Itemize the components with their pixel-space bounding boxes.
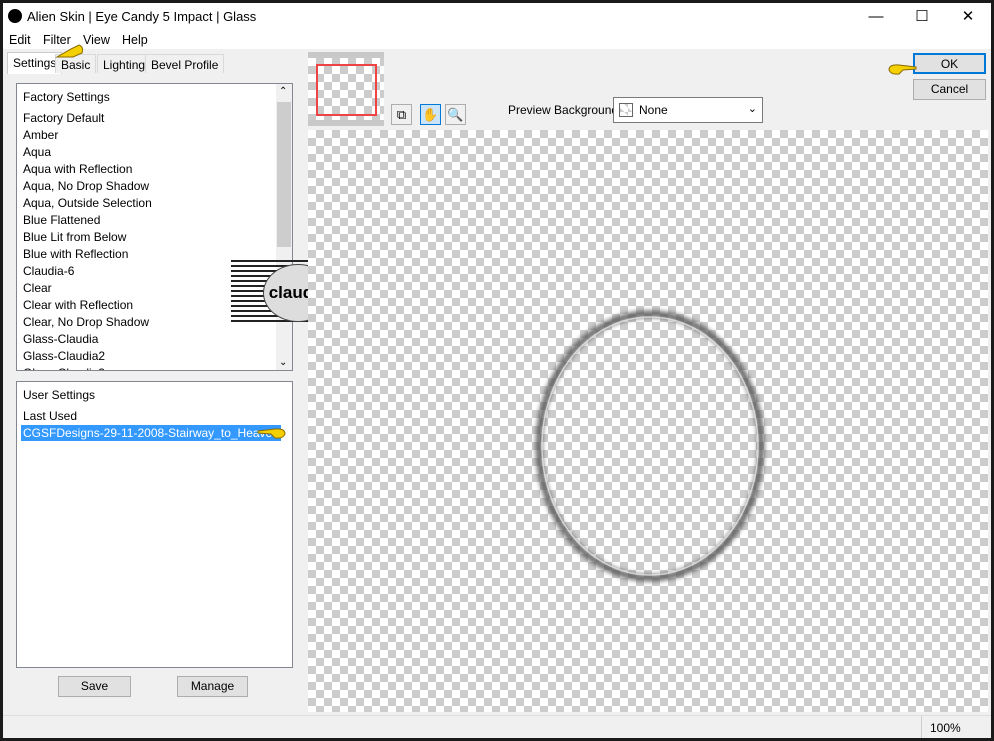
list-item[interactable]: Aqua, No Drop Shadow [23, 179, 149, 193]
list-header: User Settings [23, 388, 96, 402]
list-item[interactable]: Blue Lit from Below [23, 230, 126, 244]
menu-help[interactable]: Help [122, 33, 148, 47]
list-item[interactable]: Glass-Claudia [23, 332, 98, 346]
list-item[interactable]: Clear with Reflection [23, 298, 133, 312]
checker-swatch-icon [619, 103, 633, 117]
chevron-down-icon: ⌄ [747, 103, 757, 115]
preview-compare-icon[interactable]: ⧉ [391, 104, 412, 125]
hand-tool-icon[interactable]: ✋ [420, 104, 441, 125]
preview-background-label: Preview Background: [508, 103, 622, 117]
list-item[interactable]: Blue with Reflection [23, 247, 128, 261]
scrollbar[interactable]: ⌃ ⌄ [276, 84, 292, 370]
zoom-level: 100% [921, 716, 969, 738]
ok-button[interactable]: OK [913, 53, 986, 74]
list-item[interactable]: Aqua [23, 145, 51, 159]
user-settings-list[interactable]: User Settings Last Used CGSFDesigns-29-1… [16, 381, 293, 668]
status-bar: 100% [3, 715, 991, 738]
title-bar: Alien Skin | Eye Candy 5 Impact | Glass … [3, 3, 991, 31]
list-item[interactable]: Amber [23, 128, 58, 142]
tab-lighting[interactable]: Lighting [97, 54, 152, 73]
list-item[interactable]: Claudia-6 [23, 264, 74, 278]
list-item[interactable]: Aqua with Reflection [23, 162, 132, 176]
list-item[interactable]: Aqua, Outside Selection [23, 196, 152, 210]
scroll-down-icon[interactable]: ⌄ [279, 357, 287, 368]
zoom-tool-icon[interactable]: 🔍 [445, 104, 466, 125]
preview-thumbnail[interactable] [308, 52, 384, 126]
menu-bar: Edit Filter View Help [3, 31, 991, 49]
glass-ellipse-preview [535, 310, 765, 582]
list-item[interactable]: Factory Default [23, 111, 104, 125]
app-icon [8, 9, 22, 23]
list-item[interactable]: Clear [23, 281, 52, 295]
list-item[interactable]: Blue Flattened [23, 213, 100, 227]
tab-bevel-profile[interactable]: Bevel Profile [145, 54, 225, 73]
factory-settings-list[interactable]: Factory Settings Factory Default Amber Aqu… [16, 83, 293, 371]
menu-view[interactable]: View [83, 33, 110, 47]
close-button[interactable]: ✕ [945, 3, 991, 31]
list-item[interactable]: Clear, No Drop Shadow [23, 315, 149, 329]
list-header: Factory Settings [23, 90, 110, 104]
pointer-hand-icon [55, 44, 84, 58]
minimize-button[interactable]: — [853, 3, 899, 31]
select-value: None [639, 103, 668, 117]
cancel-button[interactable]: Cancel [913, 79, 986, 100]
save-button[interactable]: Save [58, 676, 131, 697]
list-item[interactable]: Glass-Claudia2 [23, 349, 105, 363]
preview-canvas[interactable] [308, 130, 988, 712]
list-item-selected[interactable]: CGSFDesigns-29-11-2008-Stairway_to_Heave… [21, 425, 281, 441]
manage-button[interactable]: Manage [177, 676, 248, 697]
pointer-hand-icon [888, 64, 917, 75]
eye-candy-window: Alien Skin | Eye Candy 5 Impact | Glass … [3, 3, 991, 738]
menu-edit[interactable]: Edit [9, 33, 31, 47]
preview-background-select[interactable]: None ⌄ [613, 97, 763, 123]
list-item[interactable]: Last Used [23, 409, 77, 423]
window-title: Alien Skin | Eye Candy 5 Impact | Glass [27, 9, 257, 24]
list-item[interactable]: Glass-Claudia3 [23, 366, 105, 370]
maximize-button[interactable]: ☐ [899, 3, 945, 31]
scroll-up-icon[interactable]: ⌃ [279, 86, 287, 97]
pointer-hand-icon [257, 428, 286, 439]
scroll-thumb[interactable] [277, 102, 291, 247]
